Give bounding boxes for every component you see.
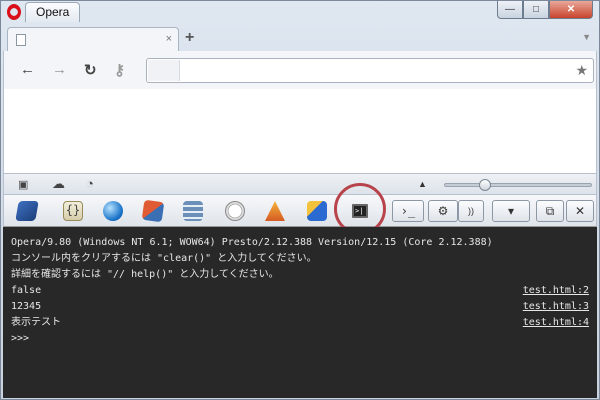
turbo-icon[interactable]: ◔ (86, 176, 94, 191)
console-prompt-text: >>> (11, 333, 30, 344)
dragonfly-close-button[interactable]: ✕ (566, 200, 594, 222)
tab-active[interactable]: × (7, 27, 179, 52)
panel-toggle-icon[interactable]: ▣ (18, 178, 28, 191)
dom-icon[interactable] (14, 199, 40, 223)
url-input[interactable] (183, 62, 563, 79)
console-line-text: Opera/9.80 (Windows NT 6.1; WOW64) Prest… (11, 237, 493, 248)
network-icon[interactable] (100, 199, 126, 223)
console-output[interactable]: Opera/9.80 (Windows NT 6.1; WOW64) Prest… (3, 227, 597, 398)
source-link[interactable]: test.html:4 (523, 315, 589, 331)
console-line: 表示テスト test.html:4 (11, 315, 589, 331)
speech-icon[interactable]: )) (458, 200, 484, 222)
resources-icon[interactable] (140, 199, 166, 223)
settings-icon[interactable]: ⚙ (428, 200, 458, 222)
minimize-button[interactable]: — (497, 1, 523, 19)
new-tab-button[interactable]: + (185, 29, 194, 47)
console-prompt[interactable]: >>> (11, 331, 589, 347)
zoom-reset-icon[interactable]: ▲ (418, 179, 427, 189)
address-bar[interactable]: ★ (146, 58, 594, 83)
reload-button[interactable]: ↻ (84, 61, 97, 79)
console-line: コンソール内をクリアするには "clear()" と入力してください。 (11, 251, 589, 267)
title-bar: Opera — □ ✕ (1, 1, 599, 23)
opera-logo-icon[interactable] (7, 4, 21, 20)
tab-close-button[interactable]: × (166, 33, 172, 45)
scripts-icon[interactable]: {} (60, 199, 86, 223)
storage-icon[interactable] (180, 199, 206, 223)
console-line-text: コンソール内をクリアするには "clear()" と入力してください。 (11, 253, 317, 264)
wand-icon[interactable]: ⚷ (114, 61, 125, 79)
console-line-text: false (11, 285, 42, 296)
cloud-icon[interactable]: ☁ (52, 176, 65, 192)
source-link[interactable]: test.html:3 (523, 299, 589, 315)
close-button[interactable]: ✕ (549, 1, 593, 19)
command-line-button[interactable]: ›_ (392, 200, 424, 222)
window-menu-button[interactable]: ▾ (492, 200, 530, 222)
zoom-slider[interactable] (444, 179, 592, 191)
profiler-icon[interactable] (222, 199, 248, 223)
console-icon[interactable]: >| (347, 199, 373, 223)
console-line-text: 12345 (11, 301, 42, 312)
window-controls: — □ ✕ (497, 1, 593, 19)
site-badge[interactable] (148, 60, 180, 81)
console-line: 12345 test.html:3 (11, 299, 589, 315)
opera-menu-button[interactable]: Opera (25, 2, 81, 22)
tab-strip: × + ▼ (3, 23, 597, 52)
console-line: false test.html:2 (11, 283, 589, 299)
status-bar: ▣ ☁ ◔ ▲ (3, 173, 597, 195)
document-icon (16, 34, 26, 46)
utilities-icon[interactable] (304, 199, 330, 223)
source-link[interactable]: test.html:2 (523, 283, 589, 299)
console-line: 詳細を確認するには "// help()" と入力してください。 (11, 267, 589, 283)
navigation-toolbar: ← → ↻ ⚷ ★ (3, 51, 597, 89)
bookmark-star-icon[interactable]: ★ (575, 62, 588, 79)
dragonfly-toolbar: {} >| ›_ ⚙ )) ▾ ⧉ ✕ (3, 183, 597, 235)
browser-window: Opera — □ ✕ × + ▼ ← → ↻ ⚷ ★ ▣ ☁ ◔ ▲ {} >… (0, 0, 600, 400)
tab-list-menu-button[interactable]: ▼ (582, 32, 591, 42)
back-button[interactable]: ← (20, 61, 35, 78)
forward-button[interactable]: → (52, 61, 67, 78)
maximize-button[interactable]: □ (523, 1, 549, 19)
errors-icon[interactable] (262, 199, 288, 223)
console-line: Opera/9.80 (Windows NT 6.1; WOW64) Prest… (11, 235, 589, 251)
undock-icon[interactable]: ⧉ (536, 200, 564, 222)
zoom-slider-thumb[interactable] (478, 179, 491, 191)
page-content (3, 89, 597, 173)
console-line-text: 表示テスト (11, 317, 61, 328)
console-line-text: 詳細を確認するには "// help()" と入力してください。 (11, 269, 279, 280)
